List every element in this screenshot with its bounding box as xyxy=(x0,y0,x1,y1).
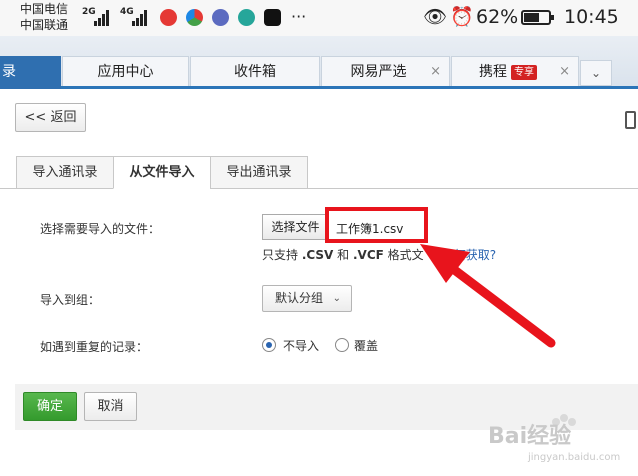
annotation-arrow xyxy=(420,244,556,348)
watermark-text: Bai经验 xyxy=(488,424,572,449)
watermark-url: jingyan.baidu.com xyxy=(528,452,621,463)
